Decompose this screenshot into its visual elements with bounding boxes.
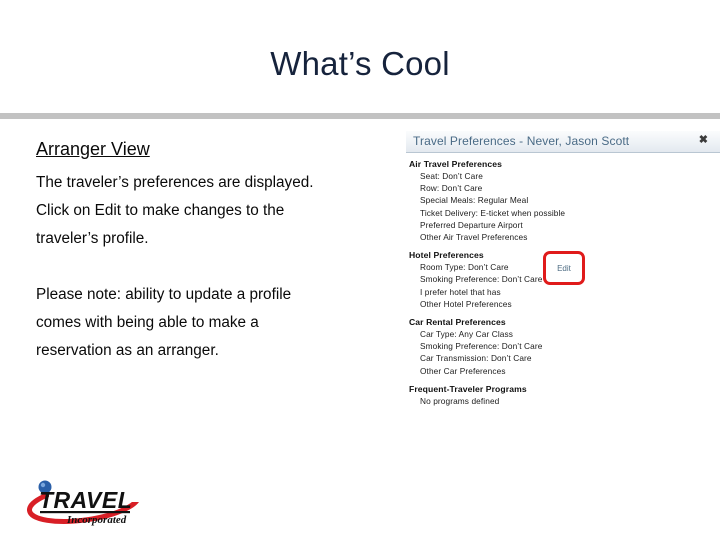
close-icon[interactable]: ✖ — [699, 132, 708, 148]
paragraph-two-line-3: reservation as an arranger. — [36, 342, 219, 359]
screenshot-window-title: Travel Preferences - Never, Jason Scott — [413, 134, 630, 148]
paragraph-two-line-2: comes with being able to make a — [36, 314, 259, 331]
preference-item: No programs defined — [420, 395, 500, 406]
preference-item: Other Hotel Preferences — [420, 298, 512, 309]
title-divider — [0, 113, 720, 119]
edit-button[interactable]: Edit — [546, 254, 582, 282]
preference-item: Preferred Departure Airport — [420, 219, 523, 230]
preference-item: Car Transmission: Don’t Care — [420, 353, 532, 364]
section-heading-arranger-view: Arranger View — [36, 139, 150, 159]
preference-item: Special Meals: Regular Meal — [420, 195, 529, 206]
paragraph-two: Please note: ability to update a profile… — [36, 281, 411, 365]
paragraph-two-line-1: Please note: ability to update a profile — [36, 286, 292, 303]
preference-item: Other Car Preferences — [420, 365, 506, 376]
preference-item: Row: Don’t Care — [420, 183, 483, 194]
svg-text:TRAVEL: TRAVEL — [39, 487, 132, 513]
edit-button-highlight: Edit — [543, 251, 585, 285]
body-text-column: Arranger View The traveler’s preferences… — [36, 136, 411, 365]
group-title: Frequent-Traveler Programs — [409, 383, 527, 394]
svg-text:Incorporated: Incorporated — [66, 514, 127, 526]
paragraph-one: The traveler’s preferences are displayed… — [36, 169, 411, 253]
preferences-list: Air Travel Preferences Seat: Don’t Care … — [406, 153, 720, 407]
travel-preferences-screenshot: Travel Preferences - Never, Jason Scott … — [406, 131, 720, 461]
logo-artwork: TRAVEL Incorporated — [26, 480, 142, 526]
preference-item: Ticket Delivery: E-ticket when possible — [420, 207, 566, 218]
screenshot-title-bar: Travel Preferences - Never, Jason Scott … — [406, 131, 720, 153]
travel-incorporated-logo: TRAVEL Incorporated — [23, 478, 145, 528]
preference-item: I prefer hotel that has — [420, 286, 501, 297]
preference-item: Seat: Don’t Care — [420, 171, 483, 181]
page-title: What’s Cool — [270, 45, 450, 82]
preference-group-car-rental: Car Rental Preferences Car Type: Any Car… — [409, 316, 720, 377]
group-title: Car Rental Preferences — [409, 317, 506, 328]
paragraph-one-line-1: The traveler’s preferences are displayed… — [36, 174, 314, 191]
paragraph-one-line-3: traveler’s profile. — [36, 230, 149, 247]
preference-item: Smoking Preference: Don’t Care — [420, 341, 543, 352]
group-title: Air Travel Preferences — [409, 159, 502, 169]
preference-item: Other Air Travel Preferences — [420, 232, 528, 243]
preference-group-frequent-traveler: Frequent-Traveler Programs No programs d… — [409, 383, 720, 407]
preference-item: Car Type: Any Car Class — [420, 329, 513, 340]
paragraph-one-line-2: Click on Edit to make changes to the — [36, 202, 285, 219]
preference-group-air-travel: Air Travel Preferences Seat: Don’t Care … — [409, 158, 720, 243]
